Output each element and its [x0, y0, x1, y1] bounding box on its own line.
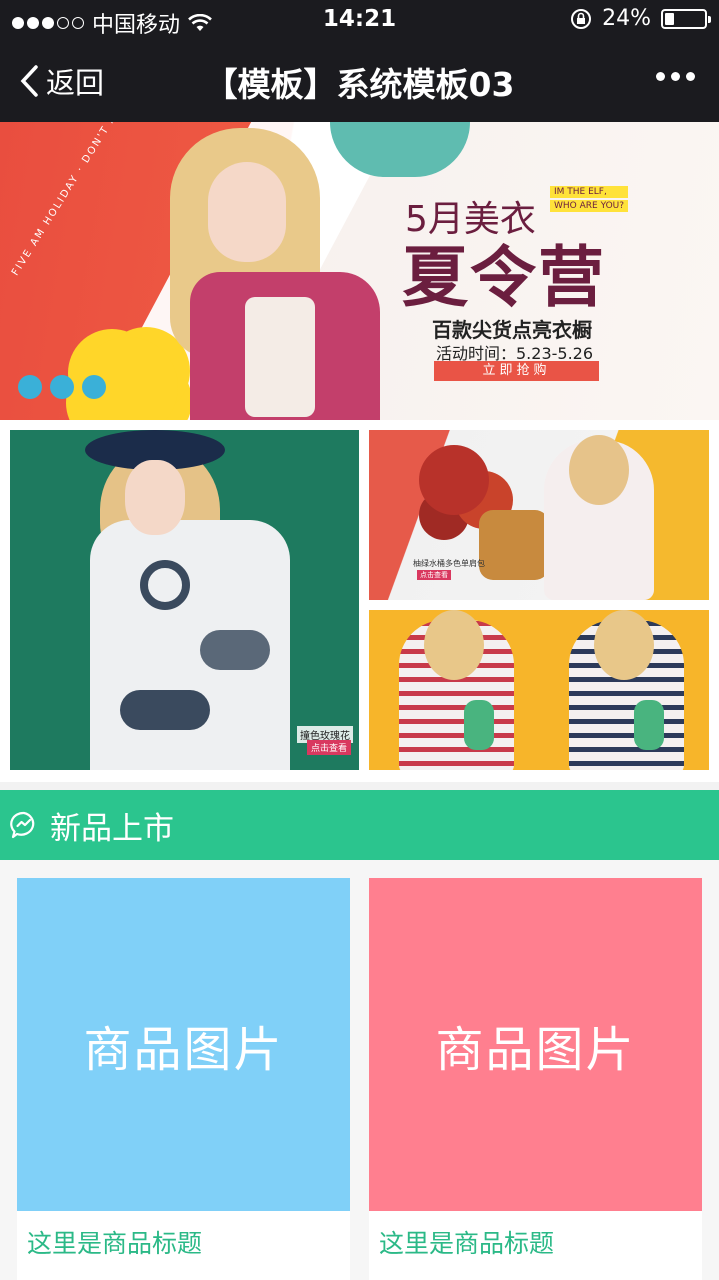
section-header-new-arrivals: 新品上市	[0, 790, 719, 860]
promo-tile-view-button[interactable]: 点击查看	[417, 570, 451, 580]
hero-banner[interactable]: FIVE AM HOLIDAY · DON'T AT HOME · COME O…	[0, 122, 719, 420]
promo-tile-dress[interactable]: 撞色玫瑰花 点击查看	[10, 430, 359, 770]
promo-tile-label: 柚绿水桶多色单肩包	[413, 559, 485, 568]
product-card[interactable]: 商品图片 这里是商品标题	[17, 878, 350, 1280]
product-image-placeholder[interactable]: 商品图片	[17, 878, 350, 1211]
promo-tile-view-button[interactable]: 点击查看	[306, 740, 351, 755]
chat-bubble-icon	[10, 811, 35, 839]
more-menu-icon[interactable]	[656, 72, 695, 81]
banner-buy-button[interactable]: 立即抢购	[434, 361, 599, 381]
product-title[interactable]: 这里是商品标题	[17, 1211, 350, 1260]
carousel-indicators[interactable]	[18, 375, 106, 399]
status-bar: 中国移动 14:21 24%	[0, 0, 719, 40]
battery-percent: 24%	[602, 6, 651, 31]
product-title[interactable]: 这里是商品标题	[369, 1211, 702, 1260]
rotation-lock-icon	[571, 8, 592, 29]
product-image-placeholder[interactable]: 商品图片	[369, 878, 702, 1211]
page-title: 【模板】系统模板03	[204, 65, 515, 104]
promo-tile-tees[interactable]	[369, 610, 709, 770]
section-title: 新品上市	[50, 810, 174, 847]
carousel-dot[interactable]	[18, 375, 42, 399]
banner-subtitle: 百款尖货点亮衣橱	[432, 318, 592, 342]
banner-tag-line: IM THE ELF,	[550, 186, 629, 198]
product-grid: 商品图片 这里是商品标题 商品图片 这里是商品标题	[0, 860, 719, 1280]
carousel-dot[interactable]	[50, 375, 74, 399]
carousel-dot[interactable]	[82, 375, 106, 399]
status-right: 24%	[570, 6, 711, 31]
banner-model-image	[150, 122, 400, 420]
promo-tiles: 撞色玫瑰花 点击查看 柚绿水桶多色单肩包 点击查看	[0, 420, 719, 782]
product-card[interactable]: 商品图片 这里是商品标题	[369, 878, 702, 1280]
nav-bar: 返回 【模板】系统模板03	[0, 40, 719, 122]
banner-tag-line: WHO ARE YOU?	[550, 200, 629, 212]
banner-tag: IM THE ELF, WHO ARE YOU?	[550, 186, 629, 214]
battery-icon	[661, 8, 711, 29]
banner-headline-big: 夏令营	[402, 239, 606, 316]
top-bar: 中国移动 14:21 24% 返回 【模板】系统模板03	[0, 0, 719, 122]
promo-tile-bag[interactable]: 柚绿水桶多色单肩包 点击查看	[369, 430, 709, 600]
